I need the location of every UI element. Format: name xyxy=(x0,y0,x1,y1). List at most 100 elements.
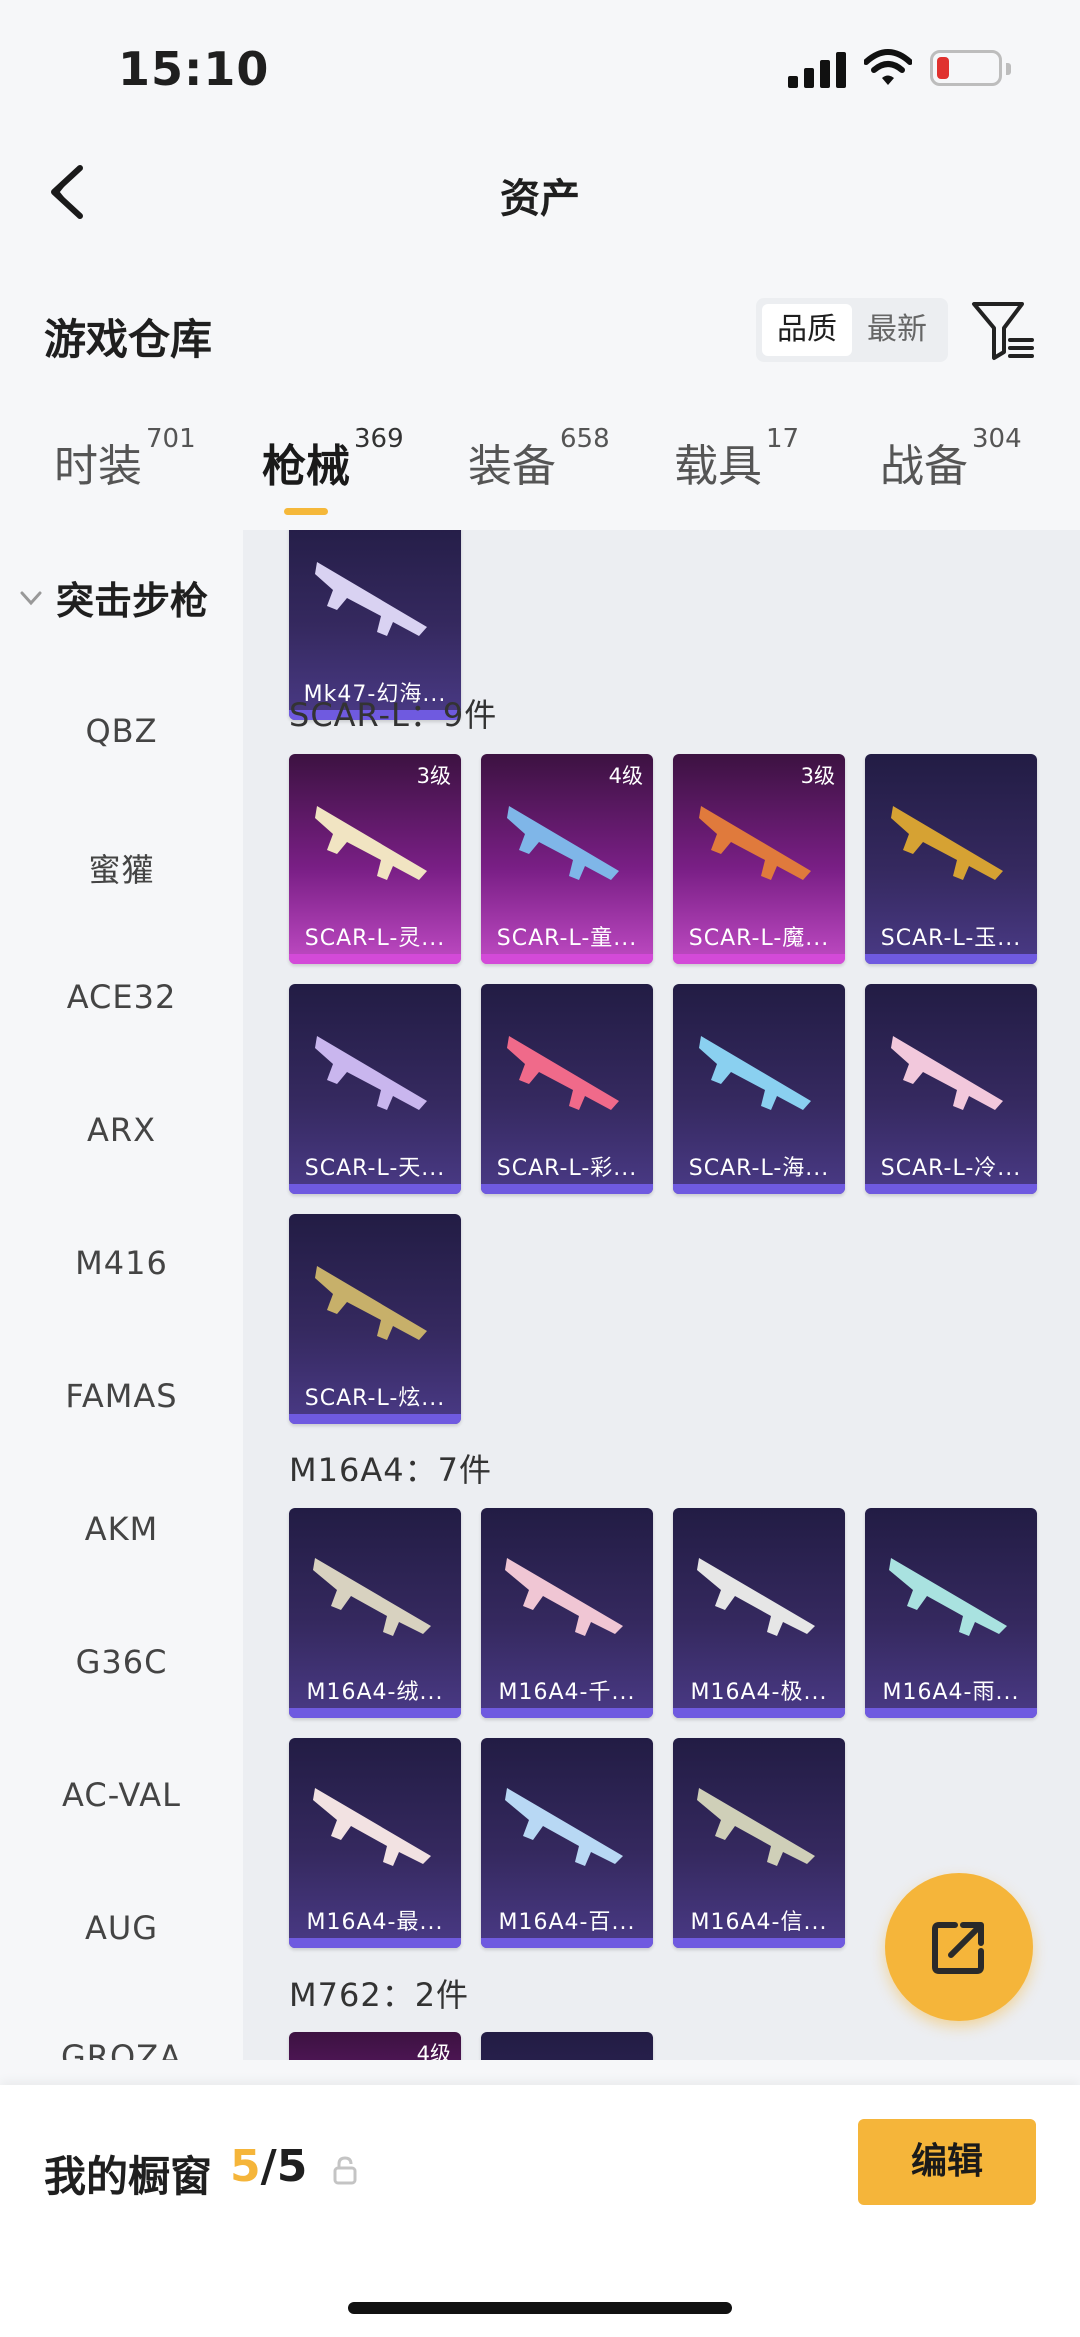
cellular-signal-icon xyxy=(788,52,846,88)
skin-card[interactable]: 4级 SCAR-L-童... xyxy=(481,754,653,964)
battery-icon xyxy=(930,50,1011,86)
tab-count: 701 xyxy=(146,424,196,454)
showcase-current: 5 xyxy=(230,2141,261,2192)
nav-bar: 资产 xyxy=(0,140,1080,250)
rifle-icon xyxy=(891,806,1003,880)
skin-name: M16A4-百... xyxy=(498,1910,636,1935)
sidebar-item-honey-badger[interactable]: 蜜獾 xyxy=(0,845,243,891)
share-button[interactable] xyxy=(885,1873,1033,2021)
skin-card[interactable]: M16A4-百... xyxy=(481,1738,653,1948)
sidebar-item-ac-val[interactable]: AC-VAL xyxy=(0,1776,243,1814)
sort-quality-button[interactable]: 品质 xyxy=(762,304,852,356)
rifle-icon xyxy=(313,1558,431,1636)
tab-fashion[interactable]: 时装701 xyxy=(54,424,196,494)
level-badge: 4级 xyxy=(416,2042,451,2060)
rifle-icon xyxy=(699,1036,811,1110)
home-indicator xyxy=(348,2302,732,2314)
rifle-icon xyxy=(891,1036,1003,1110)
tab-equipment[interactable]: 装备658 xyxy=(468,424,610,494)
skin-card[interactable]: SCAR-L-海... xyxy=(673,984,845,1194)
skin-card[interactable] xyxy=(481,2032,653,2060)
sidebar-item-groza[interactable]: GROZA xyxy=(0,2038,243,2060)
rifle-icon xyxy=(507,1036,619,1110)
skin-card[interactable]: M16A4-绒... xyxy=(289,1508,461,1718)
rifle-icon xyxy=(315,1266,427,1340)
skin-name: M16A4-极... xyxy=(690,1680,828,1705)
filter-icon[interactable] xyxy=(970,298,1036,364)
skin-card[interactable]: M16A4-极... xyxy=(673,1508,845,1718)
status-time: 15:10 xyxy=(118,42,270,96)
skin-card[interactable]: M16A4-最... xyxy=(289,1738,461,1948)
skin-card[interactable]: SCAR-L-玉... xyxy=(865,754,1037,964)
section-label: M16A4：7件 xyxy=(289,1451,492,1489)
skin-card[interactable]: SCAR-L-炫... xyxy=(289,1214,461,1424)
sidebar-item-m416[interactable]: M416 xyxy=(0,1244,243,1282)
skin-name: M16A4-雨... xyxy=(882,1680,1020,1705)
skin-name: SCAR-L-海... xyxy=(688,1156,830,1181)
rifle-icon xyxy=(697,1788,815,1866)
tab-label: 时装 xyxy=(54,441,142,492)
skin-card[interactable]: SCAR-L-冷... xyxy=(865,984,1037,1194)
weapon-type-sidebar: 突击步枪 QBZ 蜜獾 ACE32 ARX M416 FAMAS AKM G36… xyxy=(0,530,243,2060)
rifle-icon xyxy=(315,1036,427,1110)
skin-card[interactable]: SCAR-L-天... xyxy=(289,984,461,1194)
sidebar-item-arx[interactable]: ARX xyxy=(0,1111,243,1149)
sidebar-item-qbz[interactable]: QBZ xyxy=(0,712,243,750)
skin-card[interactable]: M16A4-信... xyxy=(673,1738,845,1948)
section-label: M762：2件 xyxy=(289,1976,470,2014)
showcase-bar: 我的橱窗 5/5 编辑 xyxy=(0,2085,1080,2337)
rifle-icon xyxy=(505,1558,623,1636)
sidebar-item-aug[interactable]: AUG xyxy=(0,1909,243,1947)
skin-card[interactable]: 3级 SCAR-L-灵... xyxy=(289,754,461,964)
skin-name: SCAR-L-灵... xyxy=(304,926,446,951)
showcase-label: 我的橱窗 xyxy=(44,2152,213,2201)
rifle-icon xyxy=(699,806,811,880)
chevron-down-icon xyxy=(20,591,42,605)
tab-label: 战备 xyxy=(880,441,968,492)
tab-gear[interactable]: 战备304 xyxy=(880,424,1022,494)
active-tab-indicator xyxy=(284,508,328,515)
weapon-skin-grid: Mk47-幻海... SCAR-L：9件 3级 SCAR-L-灵... 4级 S… xyxy=(243,530,1080,2060)
category-tabs: 时装701 枪械369 装备658 载具17 战备304 xyxy=(0,424,1080,530)
skin-card[interactable]: SCAR-L-彩... xyxy=(481,984,653,1194)
showcase-count: 5/5 xyxy=(230,2141,307,2192)
sidebar-group-assault-rifles[interactable]: 突击步枪 xyxy=(18,570,208,625)
page-title: 资产 xyxy=(500,176,580,222)
rifle-icon xyxy=(505,1788,623,1866)
sidebar-item-famas[interactable]: FAMAS xyxy=(0,1377,243,1415)
tab-label: 载具 xyxy=(674,441,762,492)
wifi-icon xyxy=(864,49,912,85)
section-label: SCAR-L：9件 xyxy=(289,696,498,734)
sort-latest-button[interactable]: 最新 xyxy=(852,304,942,356)
warehouse-title: 游戏仓库 xyxy=(44,315,213,364)
edit-button[interactable]: 编辑 xyxy=(858,2119,1036,2205)
tab-count: 658 xyxy=(560,424,610,454)
skin-card[interactable]: 3级 SCAR-L-魔... xyxy=(673,754,845,964)
skin-name: M16A4-绒... xyxy=(306,1680,444,1705)
skin-card[interactable]: M16A4-千... xyxy=(481,1508,653,1718)
sidebar-item-g36c[interactable]: G36C xyxy=(0,1643,243,1681)
tab-count: 17 xyxy=(766,424,800,454)
sidebar-item-akm[interactable]: AKM xyxy=(0,1510,243,1548)
skin-name: SCAR-L-魔... xyxy=(688,926,830,951)
skin-card[interactable]: M16A4-雨... xyxy=(865,1508,1037,1718)
skin-name: SCAR-L-天... xyxy=(304,1156,446,1181)
showcase-total: /5 xyxy=(260,2141,308,2192)
rifle-icon xyxy=(507,806,619,880)
tab-label: 装备 xyxy=(468,441,556,492)
skin-card[interactable]: 4级 xyxy=(289,2032,461,2060)
sidebar-item-ace32[interactable]: ACE32 xyxy=(0,978,243,1016)
rifle-icon xyxy=(315,562,427,636)
tab-vehicles[interactable]: 载具17 xyxy=(674,424,799,494)
lock-icon xyxy=(333,2156,357,2185)
skin-name: SCAR-L-炫... xyxy=(304,1386,446,1411)
sort-toggle: 品质 最新 xyxy=(756,298,948,362)
tab-count: 369 xyxy=(354,424,404,454)
tab-guns[interactable]: 枪械369 xyxy=(262,424,404,494)
skin-name: SCAR-L-玉... xyxy=(880,926,1022,951)
tab-count: 304 xyxy=(972,424,1022,454)
warehouse-header: 游戏仓库 品质 最新 xyxy=(0,270,1080,390)
skin-name: M16A4-信... xyxy=(690,1910,828,1935)
rifle-icon xyxy=(315,806,427,880)
tab-label: 枪械 xyxy=(262,441,350,492)
